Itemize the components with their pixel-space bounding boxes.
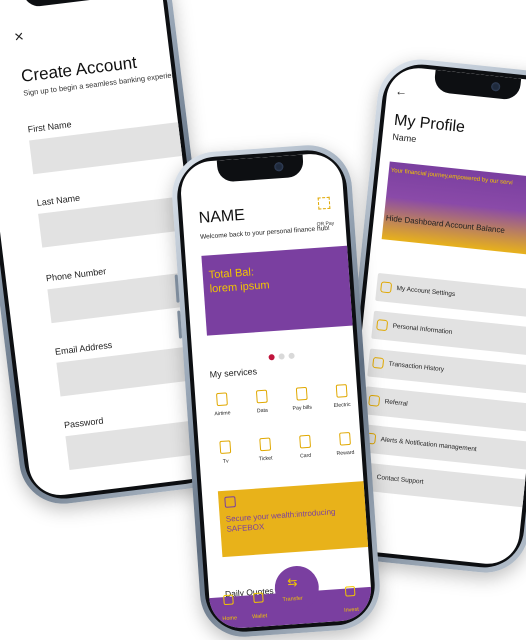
service-electric[interactable]: Electric: [323, 383, 361, 409]
wallet-icon: [253, 592, 264, 604]
menu-item-label: Referral: [384, 398, 409, 408]
history-icon: [372, 356, 385, 369]
service-label: Airtime: [214, 410, 231, 418]
data-icon: [255, 389, 268, 404]
qr-code-icon: [317, 196, 331, 210]
service-label: Tv: [222, 458, 229, 465]
password-label: Password: [63, 415, 104, 431]
menu-item-label: Personal Information: [392, 322, 453, 336]
dashboard-screen: NAME Welcome back to your personal finan…: [178, 151, 374, 631]
nav-label: Invest: [343, 606, 360, 614]
bulb-icon: [335, 384, 348, 398]
menu-item-alerts[interactable]: Alerts & Notification management: [359, 424, 526, 471]
service-pay-bills[interactable]: Pay bills: [283, 386, 321, 412]
reward-icon: [338, 431, 351, 446]
menu-item-label: My Account Settings: [396, 284, 456, 299]
balance-value: lorem ipsum: [209, 279, 270, 296]
home-icon: [223, 594, 234, 606]
service-label: Pay bills: [292, 404, 313, 412]
nav-wallet[interactable]: Wallet: [243, 592, 275, 624]
last-name-label: Last Name: [36, 192, 81, 208]
share-icon: [368, 394, 381, 407]
service-tv[interactable]: Tv: [206, 439, 244, 465]
close-icon[interactable]: ×: [13, 28, 24, 47]
service-label: Reward: [336, 449, 355, 457]
menu-item-label: Contact Support: [376, 473, 424, 486]
service-label: Ticket: [258, 455, 273, 463]
safebox-text: Secure your wealth:introducing SAFEBOX: [225, 507, 336, 534]
service-label: Data: [256, 407, 269, 415]
safebox-promo[interactable]: Secure your wealth:introducing SAFEBOX: [217, 480, 373, 558]
service-airtime[interactable]: Airtime: [203, 392, 241, 418]
service-ticket[interactable]: Ticket: [246, 437, 284, 463]
carousel-dots[interactable]: [268, 345, 299, 365]
qr-pay-button[interactable]: QR Pay: [302, 196, 348, 232]
bill-icon: [295, 386, 308, 401]
first-name-label: First Name: [27, 119, 73, 135]
balance-label: Total Bal:: [208, 266, 255, 282]
service-card[interactable]: Card: [286, 434, 324, 460]
profile-banner: Your financial journey,empowered by our …: [381, 161, 526, 259]
tv-icon: [218, 440, 231, 455]
nav-home[interactable]: Home: [213, 594, 245, 626]
invest-icon: [344, 585, 356, 597]
nav-label: Wallet: [251, 613, 268, 621]
user-icon: [376, 319, 389, 332]
user-name: NAME: [198, 206, 246, 227]
phone-icon: [215, 392, 228, 407]
profile-name: Name: [391, 131, 417, 145]
ticket-icon: [258, 437, 271, 452]
menu-item-label: Transaction History: [388, 360, 445, 374]
email-address-label: Email Address: [54, 339, 113, 357]
service-label: Card: [299, 452, 312, 460]
card-icon: [298, 434, 311, 449]
nav-transfer[interactable]: ⇆ Transfer: [273, 564, 321, 612]
banner-tagline: Your financial journey,empowered by our …: [390, 167, 513, 187]
transfer-icon: ⇆: [286, 574, 298, 590]
qr-pay-label: QR Pay: [316, 220, 335, 228]
menu-item-label: Alerts & Notification management: [380, 436, 477, 454]
dashboard-phone: NAME Welcome back to your personal finan…: [169, 142, 383, 640]
nav-label: Home: [222, 615, 238, 623]
phone-number-label: Phone Number: [45, 266, 107, 284]
services-title: My services: [209, 366, 258, 380]
nav-label: Transfer: [282, 595, 304, 604]
nav-invest[interactable]: Invest: [335, 585, 367, 617]
back-arrow-icon[interactable]: ←: [394, 84, 407, 99]
balance-card[interactable]: Total Bal: lorem ipsum: [201, 244, 367, 336]
hide-balance-toggle[interactable]: Hide Dashboard Account Balance: [385, 213, 505, 234]
service-data[interactable]: Data: [243, 389, 281, 415]
safe-icon: [224, 496, 236, 508]
service-label: Electric: [333, 401, 351, 410]
menu-item-contact-support[interactable]: Contact Support: [355, 461, 526, 509]
service-reward[interactable]: Reward: [326, 431, 364, 457]
gear-icon: [380, 281, 393, 294]
